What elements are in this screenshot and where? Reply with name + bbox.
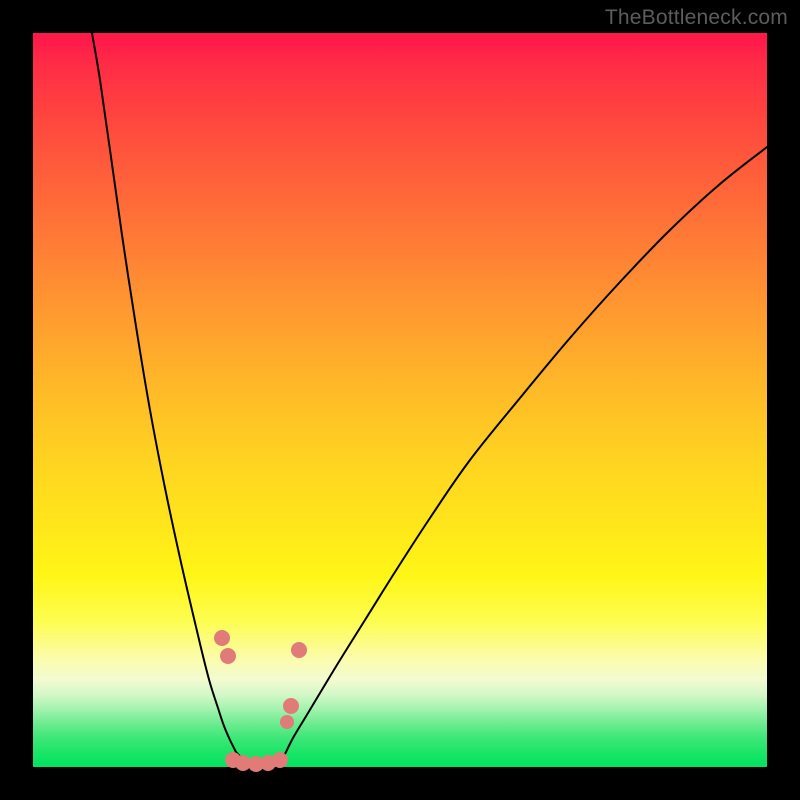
data-marker [283,698,299,714]
curve-group [92,33,767,762]
right-curve [286,147,767,752]
left-curve [92,33,236,752]
chart-frame: TheBottleneck.com [0,0,800,800]
data-marker [220,648,236,664]
marker-group [214,630,307,772]
data-marker [291,642,307,658]
data-marker [214,630,230,646]
data-marker [280,715,294,729]
data-marker [272,752,288,768]
chart-svg [0,0,800,800]
